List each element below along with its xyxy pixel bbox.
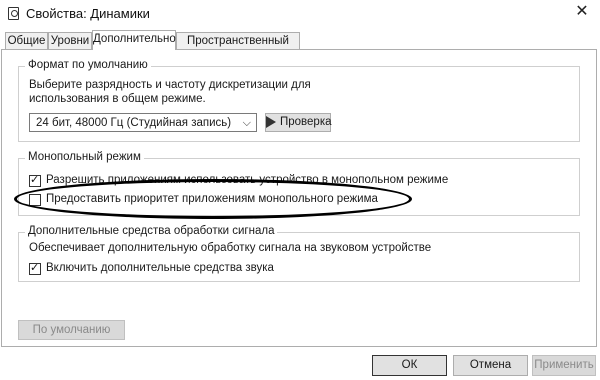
- exclusive-mode-group: Монопольный режим ✓ Разрешить приложения…: [18, 151, 580, 216]
- apply-button[interactable]: Применить: [532, 355, 596, 376]
- cancel-button[interactable]: Отмена: [453, 355, 528, 376]
- play-icon: [266, 115, 276, 128]
- tab-advanced[interactable]: Дополнительно: [92, 30, 176, 50]
- checkmark-icon: ✓: [30, 174, 40, 186]
- enable-enhancements-label: Включить дополнительные средства звука: [46, 262, 274, 274]
- title-bar: Свойства: Динамики ✕: [0, 0, 600, 28]
- tab-levels[interactable]: Уровни: [48, 32, 92, 49]
- ok-button[interactable]: ОК: [372, 355, 447, 376]
- default-format-title: Формат по умолчанию: [25, 59, 151, 71]
- test-button-label: Проверка: [280, 116, 332, 128]
- tab-general[interactable]: Общие: [5, 32, 48, 49]
- format-select-value: 24 бит, 48000 Гц (Студийная запись): [36, 117, 232, 129]
- format-description-line2: использования в общем режиме.: [29, 93, 206, 105]
- tab-panel-advanced: Формат по умолчанию Выберите разрядность…: [1, 49, 597, 347]
- exclusive-priority-checkbox[interactable]: [29, 194, 41, 206]
- format-select[interactable]: 24 бит, 48000 Гц (Студийная запись) ⌵: [29, 113, 257, 132]
- signal-enhancements-group: Дополнительные средства обработки сигнал…: [18, 225, 580, 282]
- test-button[interactable]: Проверка: [265, 113, 332, 132]
- format-description-line1: Выберите разрядность и частоту дискретиз…: [29, 79, 311, 91]
- tab-spatial-sound[interactable]: Пространственный звук: [176, 32, 300, 64]
- signal-enhancements-title: Дополнительные средства обработки сигнал…: [25, 225, 278, 237]
- restore-defaults-button[interactable]: По умолчанию: [18, 320, 125, 340]
- allow-exclusive-label: Разрешить приложениям использовать устро…: [46, 174, 449, 186]
- window-title: Свойства: Динамики: [26, 6, 150, 21]
- exclusive-priority-label: Предоставить приоритет приложениям моноп…: [46, 193, 378, 205]
- checkmark-icon: ✓: [30, 262, 40, 274]
- enhancements-description: Обеспечивает дополнительную обработку си…: [29, 242, 432, 254]
- enable-enhancements-checkbox[interactable]: ✓: [29, 262, 41, 275]
- exclusive-mode-title: Монопольный режим: [25, 151, 144, 163]
- chevron-down-icon: ⌵: [242, 117, 251, 129]
- tab-strip: Общие Уровни Дополнительно Пространствен…: [0, 30, 600, 64]
- allow-exclusive-checkbox[interactable]: ✓: [29, 174, 41, 187]
- default-format-group: Формат по умолчанию Выберите разрядность…: [18, 59, 580, 142]
- speaker-app-icon: [8, 7, 19, 20]
- close-icon[interactable]: ✕: [572, 2, 592, 22]
